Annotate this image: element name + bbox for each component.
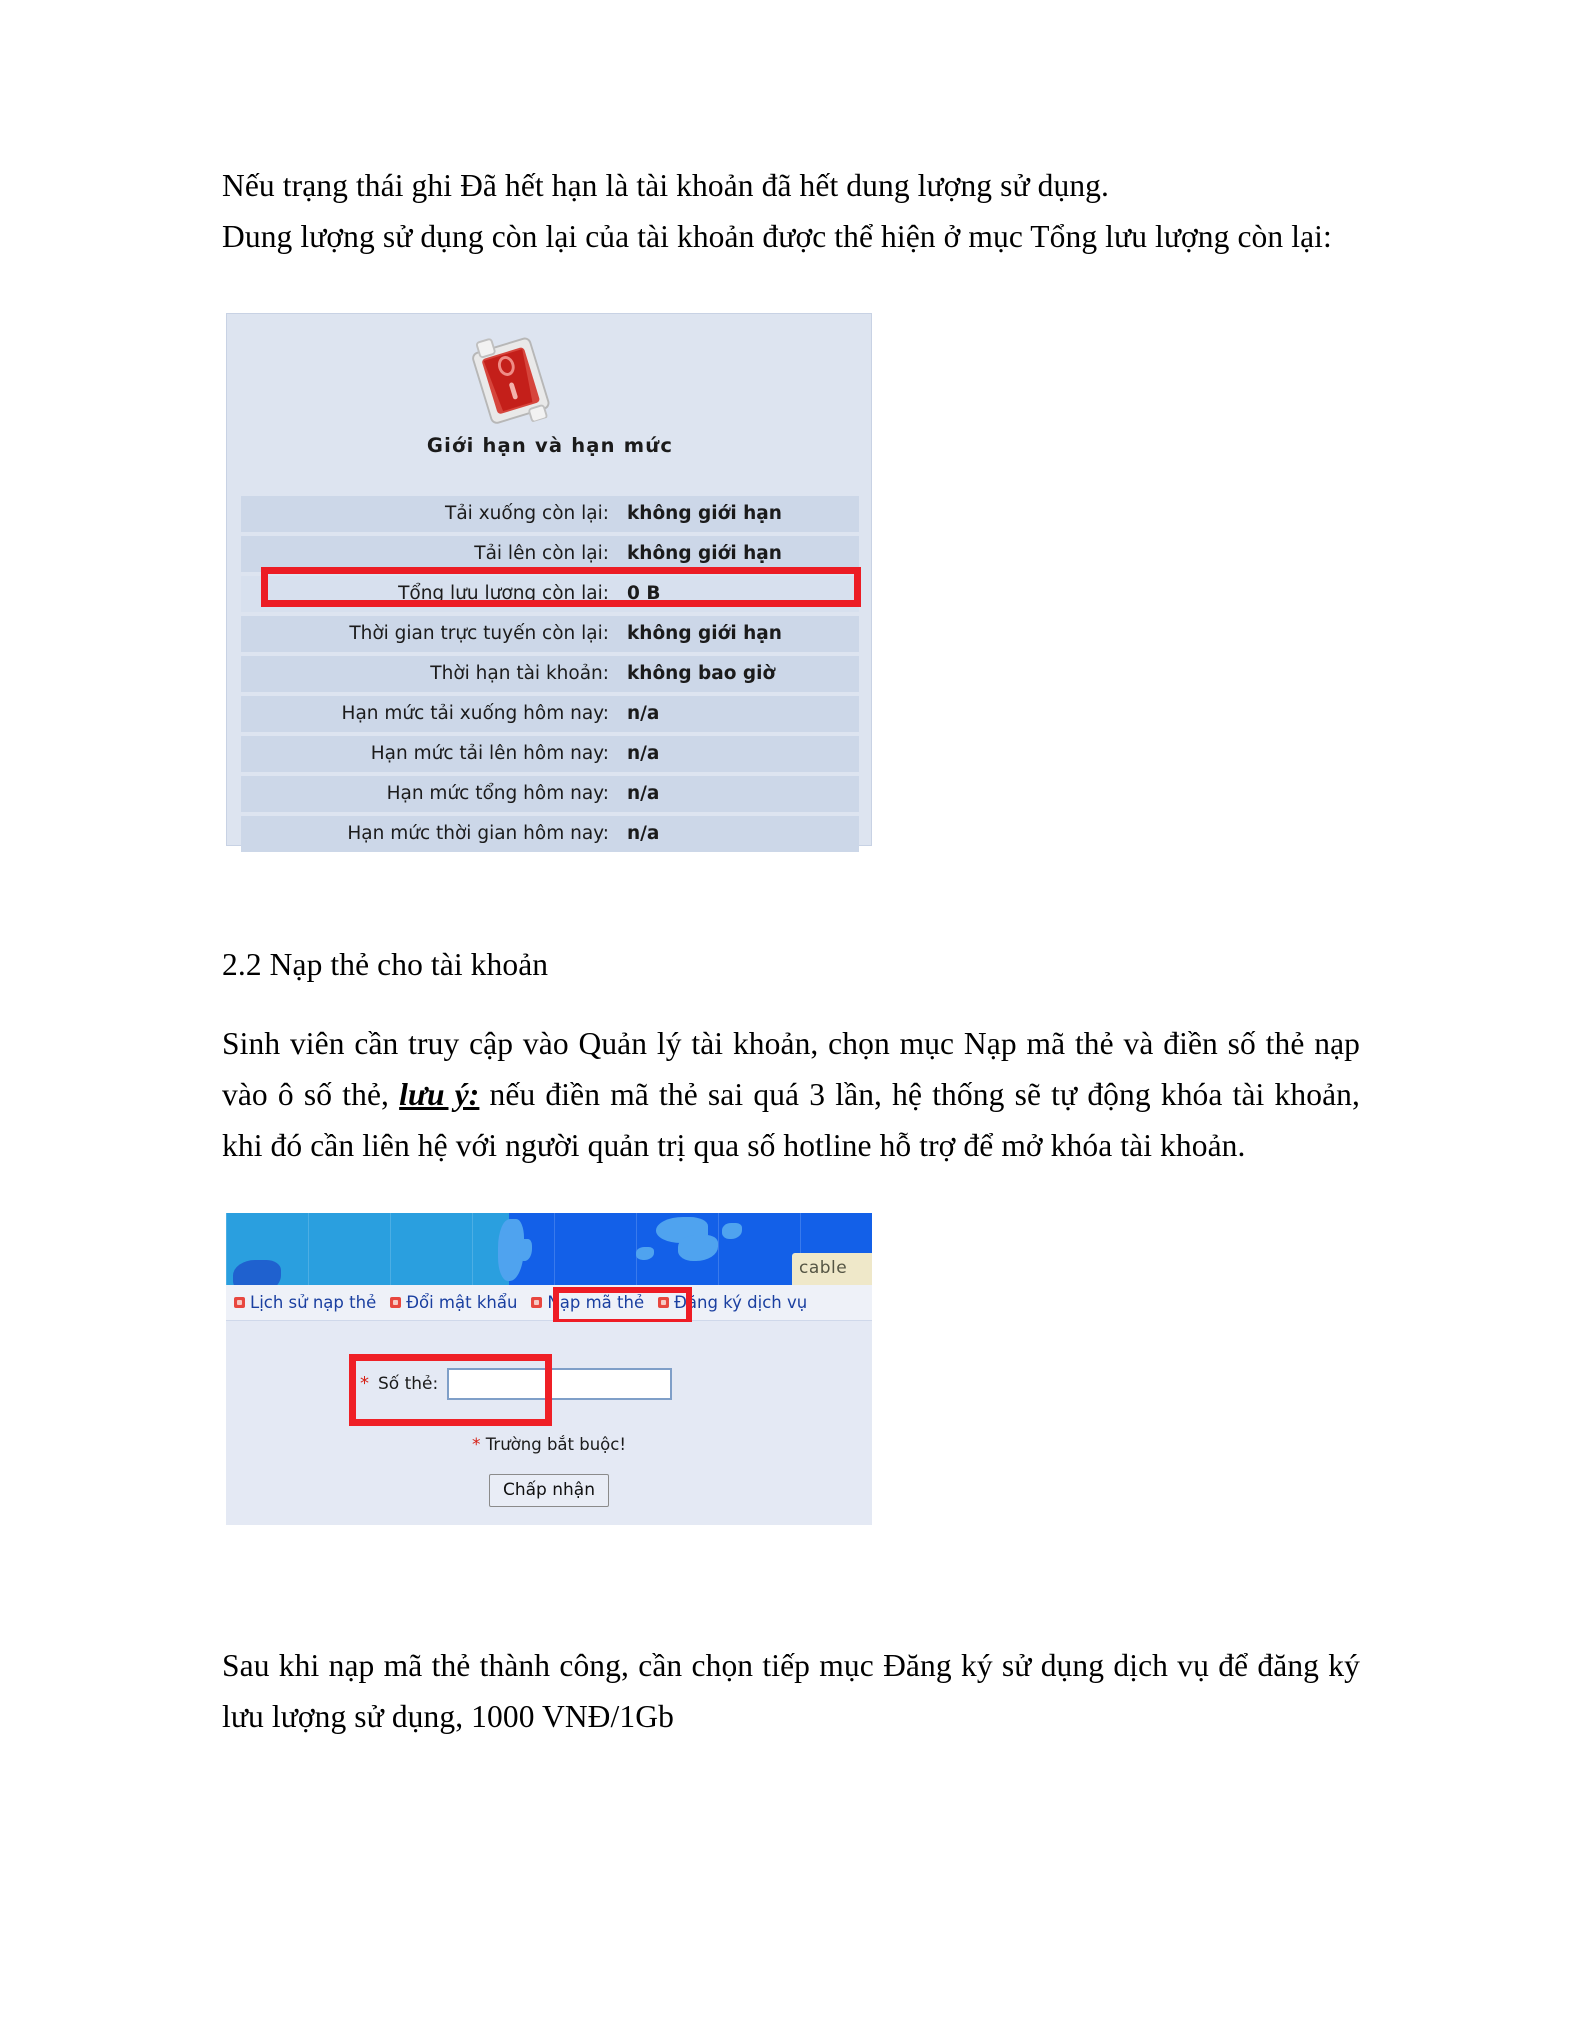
table-row-highlighted: Tổng lưu lượng còn lại: 0 B [241,576,859,612]
table-row: Tải lên còn lại: không giới hạn [241,536,859,572]
card-number-label: Số thẻ: [378,1374,439,1394]
row-label: Tải lên còn lại: [241,536,618,572]
table-row: Hạn mức tải lên hôm nay: n/a [241,736,859,772]
row-label: Tải xuống còn lại: [241,496,618,532]
table-row: Hạn mức thời gian hôm nay: n/a [241,816,859,852]
required-field-note: * Trường bắt buộc! [226,1435,872,1454]
row-value: n/a [618,736,859,772]
intro-line-2: Dung lượng sử dụng còn lại của tài khoản… [222,219,1332,254]
recharge-form-area: * Số thẻ: * Trường bắt buộc! Chấp nhận [226,1322,872,1525]
row-label: Thời hạn tài khoản: [241,656,618,692]
red-rocker-switch-icon [472,337,550,424]
table-row: Tải xuống còn lại: không giới hạn [241,496,859,532]
recharge-instructions-paragraph: Sinh viên cần truy cập vào Quản lý tài k… [222,1018,1360,1171]
row-label: Tổng lưu lượng còn lại: [241,576,618,612]
row-value: không giới hạn [618,496,859,532]
bullet-icon [234,1297,245,1308]
row-value: không giới hạn [618,616,859,652]
nav-item-doi-mat-khau[interactable]: Đổi mật khẩu [390,1293,517,1312]
submit-button-wrap: Chấp nhận [226,1474,872,1507]
banner-grid-lines [226,1213,872,1285]
row-value: không bao giờ [618,656,859,692]
row-label: Hạn mức tải xuống hôm nay: [241,696,618,732]
table-row: Thời gian trực tuyến còn lại: không giới… [241,616,859,652]
nav-item-nap-ma-the[interactable]: Nạp mã thẻ [531,1293,644,1312]
row-value: 0 B [618,576,859,612]
row-value: không giới hạn [618,536,859,572]
panel-title: Giới hạn và hạn mức [426,434,674,457]
nav-item-label: Lịch sử nạp thẻ [250,1293,377,1312]
nav-item-label: Đăng ký dịch vụ [674,1293,808,1312]
row-value: n/a [618,776,859,812]
limits-table: Tải xuống còn lại: không giới hạn Tải lê… [241,492,859,856]
main-navigation: Lịch sử nạp thẻ Đổi mật khẩu Nạp mã thẻ … [226,1285,872,1321]
section-heading-area: 2.2 Nạp thẻ cho tài khoản [222,940,1360,990]
intro-line-1: Nếu trạng thái ghi Đã hết hạn là tài kho… [222,168,1110,203]
card-number-row: * Số thẻ: [360,1368,673,1400]
map-landmass [233,1260,281,1285]
row-label: Hạn mức thời gian hôm nay: [241,816,618,852]
site-banner: cable [226,1213,872,1285]
table-row: Thời hạn tài khoản: không bao giờ [241,656,859,692]
logo-tab: cable [792,1253,872,1285]
bullet-icon [658,1297,670,1308]
bullet-icon [390,1297,402,1308]
closing-paragraph: Sau khi nạp mã thẻ thành công, cần chọn … [222,1640,1360,1742]
recharge-page-figure: cable Lịch sử nạp thẻ Đổi mật khẩu Nạp m… [226,1213,872,1525]
required-note-text: Trường bắt buộc! [485,1435,626,1454]
limits-panel-figure: Giới hạn và hạn mức Tải xuống còn lại: k… [226,313,873,852]
closing-text: Sau khi nạp mã thẻ thành công, cần chọn … [222,1648,1360,1734]
logo-text: cable [799,1258,848,1278]
panel-icon-area [227,324,873,429]
required-marker: * [472,1435,481,1455]
nav-item-lich-su-nap-the[interactable]: Lịch sử nạp thẻ [234,1293,376,1312]
table-row: Hạn mức tải xuống hôm nay: n/a [241,696,859,732]
intro-paragraph: Nếu trạng thái ghi Đã hết hạn là tài kho… [222,160,1360,262]
card-number-input[interactable] [447,1368,673,1400]
row-value: n/a [618,696,859,732]
row-label: Hạn mức tải lên hôm nay: [241,736,618,772]
nav-item-label: Nạp mã thẻ [547,1293,645,1312]
page-title: 2.2 Nạp thẻ cho tài khoản [222,947,549,982]
accept-button[interactable]: Chấp nhận [489,1474,609,1507]
row-label: Hạn mức tổng hôm nay: [241,776,618,812]
row-value: n/a [618,816,859,852]
row-label: Thời gian trực tuyến còn lại: [241,616,618,652]
required-marker: * [360,1373,369,1394]
nav-item-dang-ky-dich-vu[interactable]: Đăng ký dịch vụ [658,1293,807,1312]
nav-item-label: Đổi mật khẩu [406,1293,518,1312]
table-row: Hạn mức tổng hôm nay: n/a [241,776,859,812]
bullet-icon [531,1297,543,1308]
document-page: Nếu trạng thái ghi Đã hết hạn là tài kho… [0,0,1576,2040]
instruction-emphasis: lưu ý: [399,1077,480,1112]
